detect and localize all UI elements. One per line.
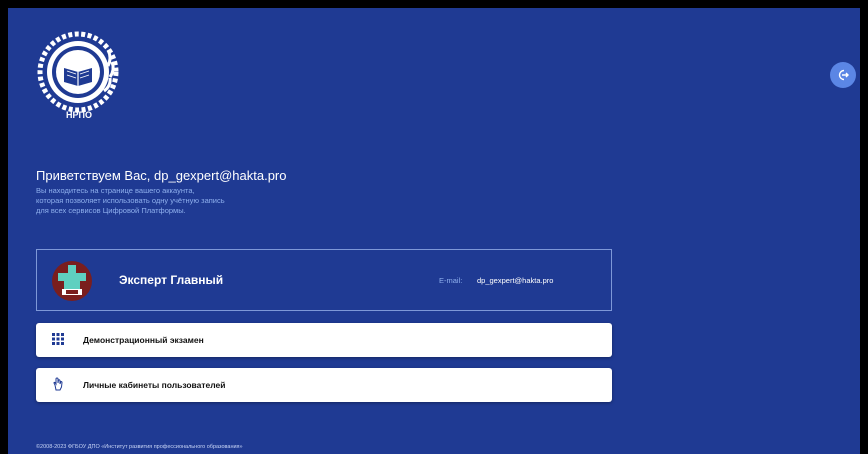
hand-icon <box>53 377 63 391</box>
logout-button[interactable] <box>830 62 856 88</box>
avatar-image-icon <box>52 261 92 301</box>
account-info-text: Вы находитесь на странице вашего аккаунт… <box>36 186 225 216</box>
info-line-2: которая позволяет использовать одну учёт… <box>36 196 225 205</box>
service-user-cabinets-label: Личные кабинеты пользователей <box>83 380 226 390</box>
grid-icon <box>52 333 64 345</box>
service-demo-exam-label: Демонстрационный экзамен <box>83 335 204 345</box>
email-value: dp_gexpert@hakta.pro <box>477 276 554 285</box>
logo-text: НРПО <box>66 110 92 120</box>
footer-copyright: ©2008-2023 ФГБОУ ДПО «Институт развития … <box>36 444 243 450</box>
profile-name: Эксперт Главный <box>119 273 224 287</box>
avatar <box>52 261 92 301</box>
profile-card: Эксперт Главный E-mail: dp_gexpert@hakta… <box>36 249 612 311</box>
service-demo-exam[interactable]: Демонстрационный экзамен <box>36 323 612 357</box>
info-line-3: для всех сервисов Цифровой Платформы. <box>36 206 186 215</box>
app-frame: НРПО Приветствуем Вас, dp_gexpert@hakta.… <box>8 8 860 454</box>
email-label: E-mail: <box>439 276 463 285</box>
info-line-1: Вы находитесь на странице вашего аккаунт… <box>36 186 195 195</box>
service-user-cabinets[interactable]: Личные кабинеты пользователей <box>36 368 612 402</box>
greeting-title: Приветствуем Вас, dp_gexpert@hakta.pro <box>36 168 287 183</box>
logo: НРПО <box>36 30 120 124</box>
logout-icon <box>838 69 849 81</box>
logo-emblem-icon: НРПО <box>37 31 119 120</box>
